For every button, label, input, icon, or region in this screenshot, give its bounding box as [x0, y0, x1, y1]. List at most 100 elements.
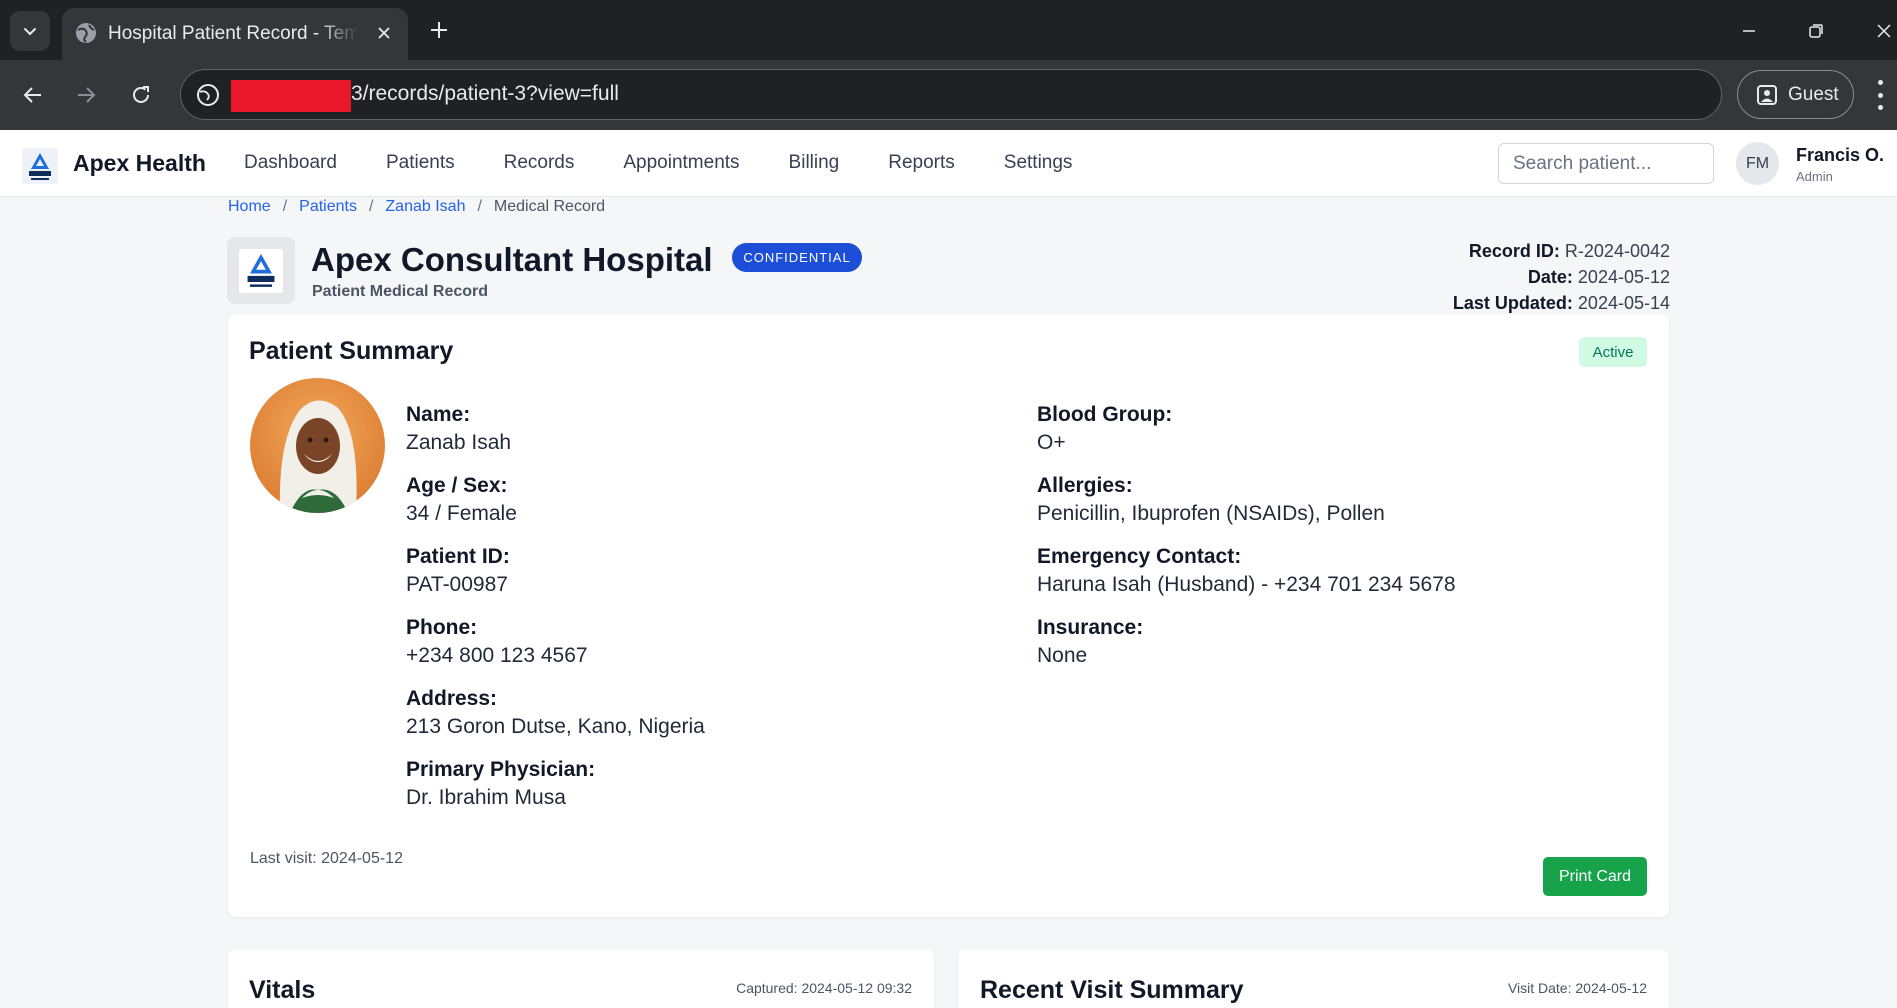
patient-photo	[250, 378, 385, 513]
apex-logo-icon[interactable]	[22, 148, 58, 184]
breadcrumb: Home / Patients / Zanab Isah / Medical R…	[228, 198, 605, 216]
visit-title: Recent Visit Summary	[980, 976, 1244, 1004]
nav-appointments[interactable]: Appointments	[623, 152, 739, 174]
redacted-host	[231, 80, 351, 112]
breadcrumb-separator: /	[368, 198, 374, 215]
apex-logo-icon	[239, 248, 283, 293]
record-updated: 2024-05-14	[1577, 293, 1670, 313]
nav-billing[interactable]: Billing	[789, 152, 840, 174]
primary-physician: Dr. Ibrahim Musa	[406, 786, 566, 809]
globe-icon	[76, 23, 96, 43]
main-nav: Dashboard Patients Records Appointments …	[244, 152, 1072, 174]
tab-title: Hospital Patient Record - Templ	[108, 23, 358, 45]
vitals-title: Vitals	[249, 976, 316, 1004]
patient-id: PAT-00987	[406, 573, 508, 596]
field-address: Address: 213 Goron Dutse, Kano, Nigeria	[406, 685, 705, 741]
summary-title: Patient Summary	[249, 337, 454, 365]
hospital-logo	[227, 237, 295, 304]
emergency-contact: Haruna Isah (Husband) - +234 701 234 567…	[1037, 573, 1456, 596]
user-role: Admin	[1796, 169, 1833, 184]
patient-phone: +234 800 123 4567	[406, 644, 588, 667]
field-label: Name:	[406, 403, 471, 426]
field-label: Age / Sex:	[406, 474, 508, 497]
recent-visit-card: Recent Visit Summary Visit Date: 2024-05…	[958, 949, 1669, 1008]
user-avatar[interactable]: FM	[1736, 142, 1779, 185]
vitals-captured: Captured: 2024-05-12 09:32	[736, 980, 912, 996]
field-label: Allergies:	[1037, 474, 1133, 497]
chevron-down-icon	[24, 28, 36, 36]
record-subtitle: Patient Medical Record	[312, 283, 489, 300]
reload-icon	[133, 86, 149, 103]
breadcrumb-home[interactable]: Home	[228, 198, 271, 216]
patient-summary-card: Patient Summary Active Name: Zanab Isah …	[228, 314, 1669, 917]
minimize-button[interactable]	[1731, 13, 1767, 49]
browser-tab-active[interactable]: Hospital Patient Record - Templ	[62, 8, 408, 60]
close-window-button[interactable]	[1866, 13, 1897, 49]
url-text: 3/records/patient-3?view=full	[351, 82, 619, 105]
record-id: R-2024-0042	[1564, 241, 1670, 261]
record-meta: Record ID: R-2024-0042 Date: 2024-05-12 …	[1453, 238, 1670, 316]
print-card-button[interactable]: Print Card	[1543, 857, 1647, 896]
breadcrumb-separator: /	[477, 198, 482, 215]
browser-toolbar: 3/records/patient-3?view=full Guest	[0, 60, 1897, 130]
restore-icon	[1809, 24, 1823, 38]
new-tab-button[interactable]	[424, 15, 454, 45]
nav-reports[interactable]: Reports	[888, 152, 955, 174]
close-tab-icon[interactable]	[371, 20, 397, 46]
user-name[interactable]: Francis O.	[1796, 145, 1884, 166]
field-allergies: Allergies: Penicillin, Ibuprofen (NSAIDs…	[1037, 472, 1385, 528]
field-primary-physician: Primary Physician: Dr. Ibrahim Musa	[406, 756, 595, 812]
reload-button[interactable]	[123, 77, 159, 113]
minimize-icon	[1743, 30, 1755, 32]
field-label: Insurance:	[1037, 616, 1144, 639]
nav-patients[interactable]: Patients	[386, 152, 455, 174]
forward-button[interactable]	[68, 77, 104, 113]
tab-search-button[interactable]	[10, 11, 50, 51]
nav-dashboard[interactable]: Dashboard	[244, 152, 337, 174]
field-phone: Phone: +234 800 123 4567	[406, 614, 588, 670]
field-label: Primary Physician:	[406, 758, 596, 781]
nav-records[interactable]: Records	[504, 152, 575, 174]
field-label: Address:	[406, 687, 498, 710]
record-date-label: Date:	[1527, 267, 1573, 287]
field-blood-group: Blood Group: O+	[1037, 401, 1172, 457]
breadcrumb-current: Medical Record	[493, 198, 606, 215]
arrow-right-icon	[78, 87, 96, 103]
field-label: Emergency Contact:	[1037, 545, 1242, 568]
insurance: None	[1037, 644, 1088, 667]
patient-address: 213 Goron Dutse, Kano, Nigeria	[406, 715, 705, 738]
close-icon	[1877, 24, 1891, 38]
visit-date: Visit Date: 2024-05-12	[1507, 980, 1647, 996]
field-label: Phone:	[406, 616, 478, 639]
patient-search-input[interactable]	[1498, 143, 1714, 184]
confidential-badge: CONFIDENTIAL	[732, 243, 862, 272]
status-badge: Active	[1579, 337, 1647, 367]
brand-name[interactable]: Apex Health	[73, 150, 206, 177]
browser-tab-bar: Hospital Patient Record - Templ	[0, 0, 1897, 60]
nav-settings[interactable]: Settings	[1004, 152, 1073, 174]
arrow-left-icon	[23, 87, 41, 103]
allergies: Penicillin, Ibuprofen (NSAIDs), Pollen	[1037, 502, 1385, 525]
last-visit: Last visit: 2024-05-12	[250, 850, 403, 867]
restore-button[interactable]	[1798, 13, 1834, 49]
profile-button[interactable]: Guest	[1737, 70, 1854, 119]
vitals-card: Vitals Captured: 2024-05-12 09:32	[228, 949, 934, 1008]
address-bar[interactable]: 3/records/patient-3?view=full	[180, 69, 1722, 120]
record-id-label: Record ID:	[1468, 241, 1560, 261]
field-age-sex: Age / Sex: 34 / Female	[406, 472, 517, 528]
breadcrumb-patient[interactable]: Zanab Isah	[385, 198, 465, 216]
hospital-name: Apex Consultant Hospital	[311, 241, 713, 278]
patient-age-sex: 34 / Female	[406, 502, 517, 525]
browser-menu-icon[interactable]	[1874, 80, 1886, 110]
plus-icon	[431, 22, 447, 38]
back-button[interactable]	[15, 77, 51, 113]
field-label: Patient ID:	[406, 545, 510, 568]
field-patient-name: Name: Zanab Isah	[406, 401, 511, 457]
patient-name: Zanab Isah	[406, 431, 512, 454]
blood-group: O+	[1037, 431, 1066, 454]
app-navbar: Apex Health Dashboard Patients Records A…	[0, 130, 1897, 197]
site-info-icon[interactable]	[195, 82, 221, 108]
profile-icon	[1757, 84, 1777, 105]
breadcrumb-patients[interactable]: Patients	[299, 198, 357, 216]
record-id-row: Record ID: R-2024-0042	[1453, 238, 1670, 264]
